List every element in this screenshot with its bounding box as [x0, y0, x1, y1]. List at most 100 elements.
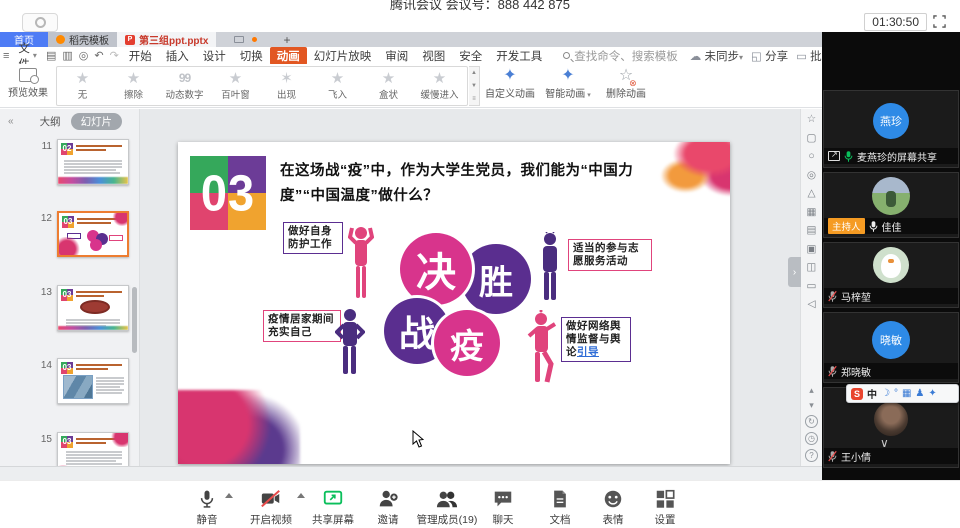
keyboard-icon[interactable]: ▦ — [902, 388, 911, 399]
wps-tabbar: 首页 稻壳模板 P第三组ppt.pptx + — [0, 32, 822, 47]
medal-icon[interactable]: ◎ — [807, 169, 816, 181]
chevron-down-icon[interactable]: ∨ — [880, 436, 889, 450]
menu-security[interactable]: 安全 — [452, 47, 489, 65]
avatar: 晓敏 — [872, 321, 910, 359]
new-tab-button[interactable]: + — [283, 33, 290, 47]
menu-transition[interactable]: 切换 — [233, 47, 270, 65]
label-self-protection: 做好自身防护工作 — [283, 222, 343, 254]
animation-pane-icon[interactable]: ☆ — [807, 113, 816, 125]
menu-insert[interactable]: 插入 — [159, 47, 196, 65]
meeting-titlebar: 腾讯会议 会议号：888 442 875 01:30:50 — [0, 0, 960, 32]
chevron-down-icon: ▾ — [585, 92, 590, 99]
menu-slideshow[interactable]: 幻灯片放映 — [307, 47, 379, 65]
participant-tile-mazikun[interactable]: 马梓堃 — [823, 242, 959, 308]
slide-canvas[interactable]: 03 在这场战“疫”中，作为大学生党员，我们能为“中国力度”“中国温度”做什么？… — [140, 109, 800, 466]
search-input[interactable]: 查找命令、搜索模板 — [563, 48, 678, 64]
cloud-sync-status[interactable]: ☁ 未同步▾ — [690, 48, 743, 64]
menu-review[interactable]: 审阅 — [378, 47, 415, 65]
slide-number: 12 — [34, 213, 52, 224]
menu-view[interactable]: 视图 — [415, 47, 452, 65]
tab-slides-active[interactable]: 幻灯片 — [71, 113, 123, 130]
menu-design[interactable]: 设计 — [196, 47, 233, 65]
comment-box-icon[interactable]: ▭ — [807, 280, 817, 292]
hamburger-icon[interactable]: ≡ — [0, 50, 12, 62]
grid-icon[interactable]: ▦ — [807, 206, 817, 218]
remove-animation-button[interactable]: ☆⊗删除动画 — [598, 67, 654, 100]
oval-tool-icon[interactable]: ○ — [808, 150, 814, 162]
participant-tile-yanzhen[interactable]: 燕珍 麦燕珍的屏幕共享 — [823, 90, 959, 168]
menu-animation-active[interactable]: 动画 — [270, 47, 307, 65]
slide-number: 11 — [34, 141, 52, 152]
thumbnail-slide-12-selected[interactable]: 03 — [57, 211, 129, 257]
redo-icon[interactable]: ↷ — [107, 49, 122, 62]
panel-header: « 大纲 幻灯片 — [0, 109, 140, 133]
floating-shield-widget[interactable] — [22, 13, 58, 32]
effect-appear[interactable]: ✶出现 — [261, 67, 312, 105]
person-icon[interactable]: ♟ — [915, 388, 924, 399]
thumbnail-slide-11[interactable]: 02 — [57, 139, 129, 185]
display-mode-icon[interactable] — [234, 36, 244, 43]
participant-tile-jiajia[interactable]: 主持人 佳佳 — [823, 172, 959, 238]
save-icon[interactable]: ▤ — [43, 49, 59, 62]
participant-tile-xiaomin[interactable]: 晓敏 郑晓敏 — [823, 312, 959, 383]
wrench-icon[interactable]: ✦ — [928, 388, 936, 399]
gallery-scroll-buttons[interactable]: ▲▼≡ — [469, 66, 480, 106]
docer-icon — [56, 35, 65, 44]
preview-effect-icon — [19, 68, 37, 82]
effect-dynamic-number[interactable]: 99动态数字 — [159, 67, 210, 105]
refresh-icon[interactable]: ↻ — [805, 415, 818, 428]
tab-document[interactable]: P第三组ppt.pptx — [117, 32, 216, 47]
label-opinion-guidance: 做好网络舆情监督与舆论引导 — [561, 317, 631, 362]
thumbnail-slide-13[interactable]: 03 — [57, 285, 129, 331]
thumb-text-decoration — [76, 145, 122, 147]
wps-presentation-window: 首页 稻壳模板 P第三组ppt.pptx + ≡ 文件▾ ▤ ▥ ◎ ↶ ↷ 开… — [0, 32, 822, 480]
custom-animation-button[interactable]: ✦自定义动画 — [482, 67, 538, 100]
thumbnail-slide-14[interactable]: 03 — [57, 358, 129, 404]
effect-fly-in[interactable]: ★飞入 — [312, 67, 363, 105]
speaker-icon[interactable]: ◁ — [807, 298, 815, 310]
meeting-window: 腾讯会议 会议号：888 442 875 01:30:50 首页 稻壳模板 P第… — [0, 0, 960, 528]
undo-icon[interactable]: ↶ — [91, 49, 106, 62]
star-icon: ★ — [210, 70, 261, 87]
image-icon[interactable]: ◫ — [807, 261, 817, 273]
tab-docer[interactable]: 稻壳模板 — [48, 32, 117, 47]
chinese-mode-icon[interactable]: 中 — [867, 386, 877, 401]
settings-button[interactable]: 设置 — [625, 486, 705, 527]
smart-animation-button[interactable]: ✦智能动画 ▾ — [540, 67, 596, 100]
collapse-panel-icon[interactable]: « — [8, 116, 14, 127]
wps-content-area: « 大纲 幻灯片 11 02 12 — [0, 109, 822, 466]
effect-box[interactable]: ★盒状 — [363, 67, 414, 105]
expand-panel-handle[interactable]: › — [788, 257, 801, 287]
tab-outline[interactable]: 大纲 — [40, 114, 61, 129]
effect-blinds[interactable]: ★百叶窗 — [210, 67, 261, 105]
print-icon[interactable]: ▥ — [59, 49, 75, 62]
scroll-up-icon[interactable]: ▴ — [809, 385, 814, 396]
effect-wipe[interactable]: ★擦除 — [108, 67, 159, 105]
camera-off-icon — [259, 488, 283, 510]
history-icon[interactable]: ◷ — [805, 432, 818, 445]
help-circle-icon[interactable]: ? — [805, 449, 818, 462]
shapes-icon[interactable]: ▢ — [807, 132, 817, 144]
print-preview-icon[interactable]: ◎ — [76, 49, 92, 62]
preview-effect-button[interactable]: 预览效果 — [6, 67, 50, 105]
yindao-link[interactable]: 引导 — [577, 346, 599, 358]
mic-on-icon — [869, 220, 878, 233]
watercolor-bottom-left — [178, 390, 300, 464]
effect-none[interactable]: ★无 — [57, 67, 108, 105]
thumbnail-scrollbar[interactable] — [132, 287, 137, 353]
share-button[interactable]: ◱ 分享 — [751, 48, 788, 64]
shield-icon — [35, 17, 46, 28]
menu-devtools[interactable]: 开发工具 — [489, 47, 549, 65]
fullscreen-icon[interactable] — [933, 15, 946, 28]
settings-sliders-icon[interactable]: ▣ — [807, 243, 817, 255]
triangle-tool-icon[interactable]: △ — [807, 187, 815, 199]
chart-icon[interactable]: ▤ — [807, 224, 817, 236]
punctuation-icon[interactable]: ° — [894, 388, 898, 399]
menu-start[interactable]: 开始 — [122, 47, 159, 65]
avatar-photo — [872, 177, 910, 215]
effect-slow-enter[interactable]: ★缓慢进入 — [414, 67, 465, 105]
sogou-ime-toolbar[interactable]: S 中 ☽ ° ▦ ♟ ✦ — [846, 384, 959, 403]
scroll-down-icon[interactable]: ▾ — [809, 400, 814, 411]
sogou-logo-icon[interactable]: S — [851, 388, 863, 400]
moon-icon[interactable]: ☽ — [881, 388, 890, 399]
